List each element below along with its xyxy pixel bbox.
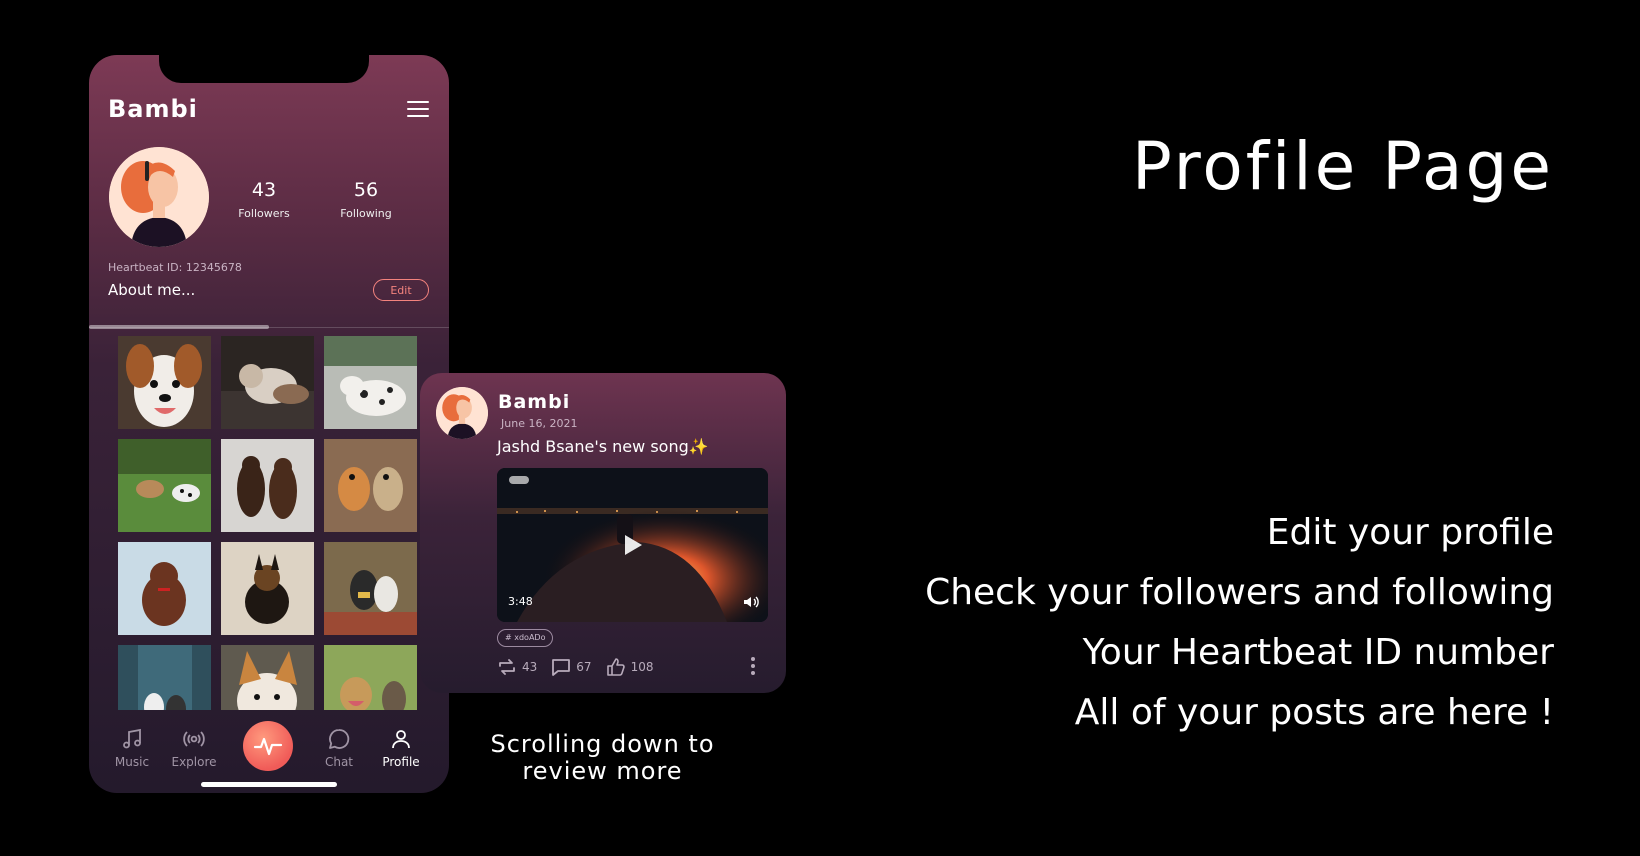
profile-avatar[interactable] <box>109 147 209 247</box>
photo-tile[interactable] <box>221 336 314 429</box>
photo-tile[interactable] <box>324 645 417 710</box>
repost-icon <box>499 659 515 675</box>
phone-notch <box>159 55 369 83</box>
nav-label-chat: Chat <box>324 755 354 769</box>
followers-label: Followers <box>238 207 290 220</box>
bottom-navigation: Music Explore Chat Profile <box>89 705 449 793</box>
post-actions: 43 67 108 <box>497 656 667 678</box>
photo-tile[interactable] <box>324 439 417 532</box>
photo-tile[interactable] <box>118 645 211 710</box>
heartbeat-icon <box>253 737 283 756</box>
comment-button[interactable]: 67 <box>551 658 592 676</box>
heartbeat-id: Heartbeat ID: 12345678 <box>108 261 242 274</box>
about-me-text: About me... <box>108 281 196 299</box>
broadcast-icon <box>183 731 205 747</box>
comment-icon <box>552 659 571 676</box>
feature-item: All of your posts are here ! <box>1074 692 1554 733</box>
repost-count: 43 <box>522 660 538 674</box>
post-text: Jashd Bsane's new song✨ <box>497 437 709 456</box>
photo-tile[interactable] <box>221 542 314 635</box>
nav-label-profile: Profile <box>382 755 420 769</box>
home-indicator <box>201 782 337 787</box>
music-note-icon <box>123 728 141 749</box>
scroll-caption-line-2: review more <box>522 757 683 785</box>
person-icon <box>392 730 410 749</box>
nav-label-explore: Explore <box>171 755 217 769</box>
nav-label-music: Music <box>114 755 150 769</box>
photo-tile[interactable] <box>118 439 211 532</box>
following-count: 56 <box>353 179 379 201</box>
phone-mockup: Bambi 43 Followers 56 Following Heartbea… <box>89 55 449 793</box>
hamburger-menu-icon[interactable] <box>407 101 429 117</box>
post-avatar[interactable] <box>436 387 488 439</box>
post-date: June 16, 2021 <box>501 417 578 430</box>
video-duration: 3:48 <box>508 595 533 608</box>
edit-profile-button[interactable]: Edit <box>373 279 429 301</box>
scroll-caption: Scrolling down to review more <box>470 731 735 785</box>
feature-item: Edit your profile <box>1266 512 1554 553</box>
photo-tile[interactable] <box>221 645 314 710</box>
comment-count: 67 <box>576 660 592 674</box>
photo-tile[interactable] <box>118 336 211 429</box>
photo-tile[interactable] <box>324 336 417 429</box>
feature-item: Check your followers and following <box>925 572 1554 613</box>
play-icon[interactable] <box>623 534 643 556</box>
post-tag[interactable]: # xdoADo <box>497 629 554 647</box>
nav-item-profile[interactable]: Profile <box>371 727 431 769</box>
like-count: 108 <box>630 660 654 674</box>
nav-item-chat[interactable]: Chat <box>309 727 369 769</box>
followers-count: 43 <box>251 179 277 201</box>
nav-item-explore[interactable]: Explore <box>164 727 224 769</box>
like-button[interactable]: 108 <box>606 658 654 676</box>
nav-item-music[interactable]: Music <box>102 727 162 769</box>
page-heading: Profile Page <box>1132 128 1554 205</box>
repost-button[interactable]: 43 <box>497 658 537 676</box>
more-options-icon[interactable] <box>750 656 756 676</box>
heartbeat-button[interactable] <box>243 721 293 771</box>
feature-item: Your Heartbeat ID number <box>1082 632 1554 673</box>
following-stat[interactable]: 56 Following <box>321 179 411 220</box>
volume-icon[interactable] <box>743 595 759 609</box>
photo-tile[interactable] <box>324 542 417 635</box>
scroll-caption-line-1: Scrolling down to <box>490 730 715 758</box>
followers-stat[interactable]: 43 Followers <box>219 179 309 220</box>
post-username: Bambi <box>498 391 571 413</box>
thumbs-up-icon <box>606 658 625 676</box>
photo-grid <box>118 336 418 710</box>
tab-indicator <box>89 325 269 329</box>
chat-bubble-icon <box>329 729 350 749</box>
post-card: Bambi June 16, 2021 Jashd Bsane's new so… <box>420 373 786 693</box>
profile-username: Bambi <box>108 95 198 123</box>
photo-tile[interactable] <box>221 439 314 532</box>
post-video[interactable]: 3:48 <box>497 468 768 622</box>
feature-list: Edit your profile Check your followers a… <box>925 503 1554 743</box>
following-label: Following <box>340 207 392 220</box>
photo-tile[interactable] <box>118 542 211 635</box>
